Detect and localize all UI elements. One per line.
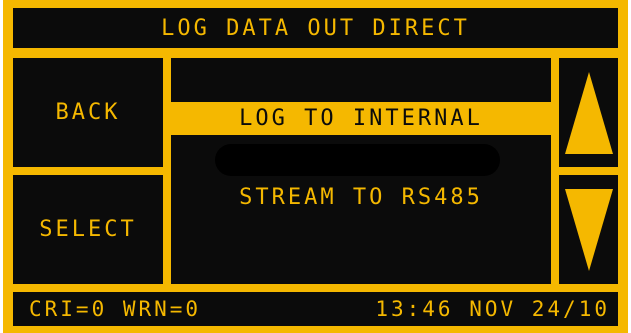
arrow-down-icon (564, 188, 613, 271)
device-screen: LOG DATA OUT DIRECT BACK SELECT LOG TO I… (3, 0, 628, 333)
status-bar: CRI=0 WRN=0 13:46 NOV 24/10 (13, 292, 618, 326)
status-datetime: 13:46 NOV 24/10 (375, 297, 610, 321)
option-stream-to-rs485[interactable]: STREAM TO RS485 (171, 182, 551, 214)
select-button[interactable]: SELECT (13, 175, 163, 284)
scroll-up-button[interactable] (559, 58, 618, 167)
redacted-option (215, 144, 500, 176)
page-title: LOG DATA OUT DIRECT (13, 8, 618, 48)
status-counts: CRI=0 WRN=0 (29, 297, 202, 321)
option-log-to-internal[interactable]: LOG TO INTERNAL (171, 102, 551, 135)
arrow-up-icon (564, 71, 613, 154)
scroll-down-button[interactable] (559, 175, 618, 284)
option-list: LOG TO INTERNAL STREAM TO RS485 (171, 58, 551, 284)
back-button[interactable]: BACK (13, 58, 163, 167)
